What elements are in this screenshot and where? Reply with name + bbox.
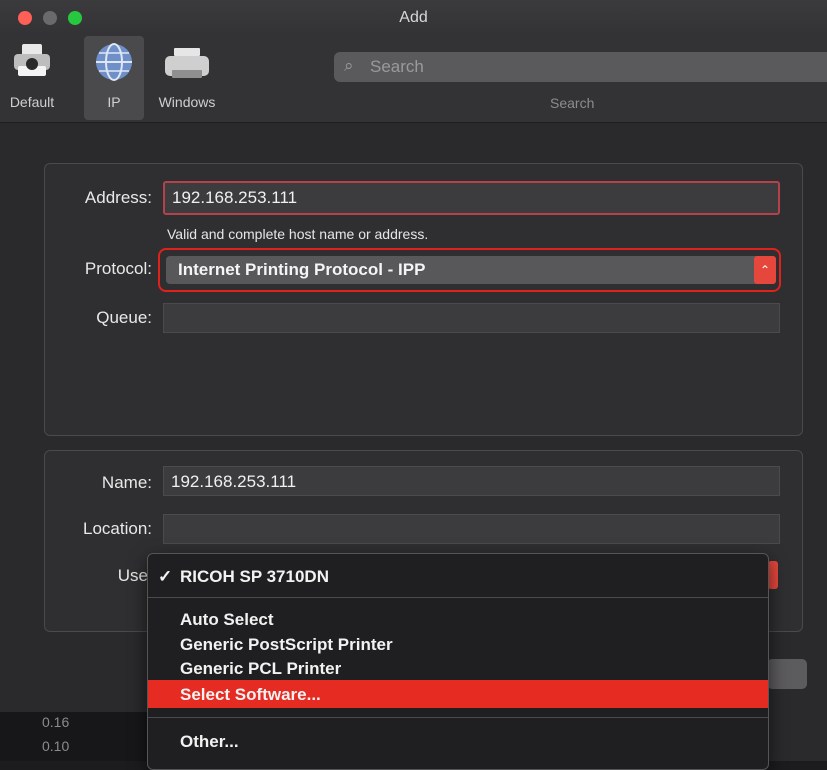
background-window: 0.16 0.10 (0, 712, 147, 761)
menu-item-label: Select Software... (180, 685, 321, 704)
menu-item-auto-select[interactable]: Auto Select (148, 607, 768, 631)
queue-label: Queue: (96, 308, 152, 327)
location-field[interactable] (163, 514, 780, 544)
background-value: 0.16 (42, 714, 70, 730)
menu-item-select-software[interactable]: Select Software... (148, 680, 768, 708)
toolbar-windows-label: Windows (158, 94, 216, 110)
menu-item-label: Other... (180, 732, 239, 751)
printer-icon (165, 48, 209, 78)
background-value: 0.10 (42, 738, 70, 754)
use-stepper-icon[interactable] (768, 561, 778, 589)
toolbar-ip-button[interactable]: IP (84, 36, 144, 120)
toolbar-windows-button[interactable]: Windows (146, 36, 228, 120)
menu-separator (148, 717, 768, 718)
menu-item-generic-postscript[interactable]: Generic PostScript Printer (148, 632, 768, 656)
menu-item-label: Generic PostScript Printer (180, 635, 393, 654)
toolbar: Default IP Windows ⌕ Search Search (0, 36, 827, 123)
printer-icon (14, 44, 50, 76)
name-field[interactable]: 192.168.253.111 (163, 466, 780, 496)
address-label: Address: (84, 188, 152, 207)
globe-icon (96, 43, 132, 81)
toolbar-default-label: Default (9, 94, 55, 110)
add-button[interactable] (767, 659, 807, 689)
toolbar-default-button[interactable]: Default (0, 36, 64, 120)
protocol-highlight-outline (158, 248, 781, 292)
menu-item-label: Auto Select (180, 610, 274, 629)
address-hint: Valid and complete host name or address. (167, 226, 429, 242)
checkmark-icon: ✓ (158, 567, 173, 586)
search-placeholder: Search (370, 57, 424, 76)
queue-field[interactable] (163, 303, 780, 333)
add-printer-window: Add Default IP Windows ⌕ Search Search A… (0, 0, 827, 770)
name-value: 192.168.253.111 (171, 472, 297, 491)
search-field[interactable]: ⌕ Search (334, 52, 827, 82)
address-value: 192.168.253.111 (172, 188, 298, 207)
name-label: Name: (101, 473, 152, 492)
use-dropdown-menu: ✓ RICOH SP 3710DN Auto Select Generic Po… (147, 553, 769, 770)
menu-item-generic-pcl[interactable]: Generic PCL Printer (148, 656, 768, 680)
toolbar-ip-label: IP (107, 94, 121, 110)
use-label: Use (117, 566, 148, 585)
search-icon: ⌕ (344, 56, 354, 75)
menu-item-label: Generic PCL Printer (180, 659, 342, 678)
menu-item-other[interactable]: Other... (148, 726, 768, 754)
menu-item-label: RICOH SP 3710DN (180, 567, 329, 586)
menu-separator (148, 597, 768, 598)
search-label: Search (550, 95, 595, 111)
protocol-label: Protocol: (84, 259, 152, 278)
menu-item-checked[interactable]: ✓ RICOH SP 3710DN (148, 562, 768, 590)
location-label: Location: (83, 519, 152, 538)
title-bar: Add (0, 0, 827, 36)
window-title: Add (399, 9, 428, 26)
address-field[interactable]: 192.168.253.111 (163, 181, 780, 215)
